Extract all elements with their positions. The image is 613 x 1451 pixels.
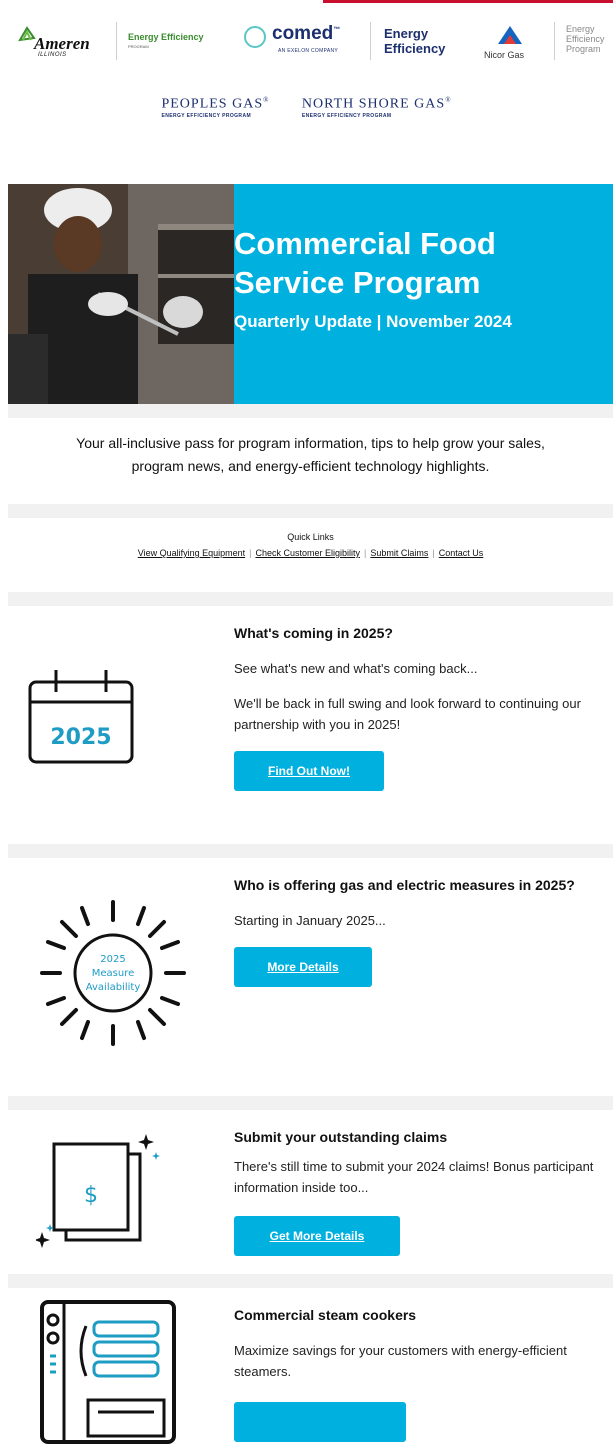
sun-icon: 2025 Measure Availability — [38, 898, 188, 1053]
link-check-customer-eligibility[interactable]: Check Customer Eligibility — [255, 548, 360, 558]
hero-title: Commercial Food Service Program — [234, 224, 496, 302]
section-submit-claims: $ Submit your outstanding claims There's… — [8, 1110, 613, 1274]
section-text: See what's new and what's coming back... — [234, 661, 478, 676]
intro-line1: Your all-inclusive pass for program info… — [76, 435, 545, 451]
comed-ring-icon — [244, 26, 266, 48]
peoples-gas-name: PEOPLES GAS — [161, 96, 264, 112]
section-coming-2025: 2025 What's coming in 2025? See what's n… — [8, 606, 613, 844]
comed-logo[interactable]: comed™ — [272, 23, 340, 45]
north-shore-gas-name: NORTH SHORE GAS — [301, 96, 446, 112]
gas-logos-row: PEOPLES GAS® ENERGY EFFICIENCY PROGRAM N… — [0, 96, 613, 126]
intro-text: Your all-inclusive pass for program info… — [8, 432, 613, 478]
section-steam-cookers: Commercial steam cookers Maximize saving… — [8, 1288, 613, 1444]
comed-program-line1: Energy — [384, 26, 429, 41]
quick-links-row: View Qualifying Equipment | Check Customer… — [8, 548, 613, 558]
section-title: Submit your outstanding claims — [234, 1129, 448, 1145]
more-details-button[interactable]: More Details — [234, 947, 372, 987]
section-band — [8, 592, 613, 606]
peoples-gas-logo[interactable]: PEOPLES GAS® ENERGY EFFICIENCY PROGRAM — [161, 96, 269, 119]
hero-title-line2: Service Program — [234, 265, 481, 300]
sun-label-measure: Measure — [92, 968, 135, 979]
nicor-flame-icon — [498, 26, 522, 44]
chef-photo-illustration — [8, 184, 234, 404]
link-view-qualifying-equipment[interactable]: View Qualifying Equipment — [138, 548, 245, 558]
chef-photo — [8, 184, 234, 404]
ameren-logo[interactable]: Ameren ILLINOIS — [18, 22, 112, 62]
section-steam-cookers-body: Commercial steam cookers Maximize saving… — [234, 1302, 606, 1447]
section-band — [8, 1274, 613, 1288]
comed-program-label: Energy Efficiency — [384, 26, 445, 56]
find-out-now-button[interactable]: Find Out Now! — [234, 751, 384, 791]
nicor-program-label: Energy Efficiency Program — [566, 24, 604, 54]
peoples-gas-registered: ® — [263, 96, 270, 104]
section-coming-2025-body: What's coming in 2025? See what's new an… — [234, 620, 606, 791]
link-separator: | — [432, 548, 435, 558]
get-more-details-button[interactable]: Get More Details — [234, 1216, 400, 1256]
dollar-sign: $ — [84, 1183, 98, 1208]
sun-label-availability: Availability — [86, 982, 141, 993]
link-separator: | — [249, 548, 252, 558]
section-title: What's coming in 2025? — [234, 625, 393, 641]
documents-icon: $ — [34, 1134, 176, 1259]
section-text: Starting in January 2025... — [234, 913, 386, 928]
steam-cooker-icon — [38, 1296, 178, 1451]
section-band — [8, 1096, 613, 1110]
comed-parent-company: AN EXELON COMPANY — [278, 48, 339, 54]
section-text: We'll be back in full swing and look for… — [234, 696, 581, 732]
comed-name: comed — [272, 23, 334, 44]
section-title: Commercial steam cookers — [234, 1307, 417, 1323]
nicor-logo[interactable]: Nicor Gas — [484, 50, 524, 60]
intro-line2: program news, and energy-efficient techn… — [131, 458, 490, 474]
comed-program-line2: Efficiency — [384, 41, 446, 56]
quick-links-title: Quick Links — [287, 532, 334, 542]
sun-label-year: 2025 — [100, 954, 125, 965]
nicor-program-line1: Energy — [566, 24, 595, 34]
hero-subtitle: Quarterly Update | November 2024 — [234, 312, 512, 331]
logo-header: Ameren ILLINOIS Energy Efficiency PROGRA… — [0, 0, 613, 184]
top-accent-bar — [323, 0, 613, 3]
comed-trademark: ™ — [333, 26, 341, 34]
nicor-program-line2: Efficiency — [566, 34, 605, 44]
steam-cookers-button[interactable] — [234, 1402, 406, 1442]
section-title: Who is offering gas and electric measure… — [234, 877, 575, 893]
section-submit-claims-body: Submit your outstanding claims There's s… — [234, 1124, 606, 1256]
calendar-icon: 2025 — [26, 666, 136, 771]
logo-divider — [370, 22, 371, 60]
section-text: Maximize savings for your customers with… — [234, 1343, 567, 1379]
ameren-name: Ameren — [34, 34, 90, 53]
section-band — [8, 504, 613, 518]
calendar-year: 2025 — [50, 725, 111, 750]
section-band — [8, 404, 613, 418]
north-shore-gas-registered: ® — [445, 96, 452, 104]
link-contact-us[interactable]: Contact Us — [439, 548, 484, 558]
ameren-program-name: Energy Efficiency — [128, 32, 204, 42]
logo-divider — [554, 22, 555, 60]
peoples-gas-program: ENERGY EFFICIENCY PROGRAM — [161, 112, 252, 119]
link-separator: | — [364, 548, 367, 558]
ameren-state: ILLINOIS — [38, 52, 67, 58]
north-shore-gas-program: ENERGY EFFICIENCY PROGRAM — [301, 112, 392, 119]
ameren-program-label: Energy Efficiency PROGRAM — [128, 32, 204, 52]
section-measure-availability: 2025 Measure Availability Who is offerin… — [8, 858, 613, 1096]
nicor-program-line3: Program — [566, 44, 601, 54]
section-band — [8, 844, 613, 858]
hero-title-line1: Commercial Food — [234, 226, 496, 261]
quick-links: Quick Links View Qualifying Equipment | Ch… — [8, 532, 613, 558]
section-text: There's still time to submit your 2024 c… — [234, 1159, 594, 1195]
logo-divider — [116, 22, 117, 60]
link-submit-claims[interactable]: Submit Claims — [370, 548, 428, 558]
utility-logos-row: Ameren ILLINOIS Energy Efficiency PROGRA… — [0, 18, 613, 68]
hero-banner: Commercial Food Service Program Quarterl… — [8, 184, 613, 404]
north-shore-gas-logo[interactable]: NORTH SHORE GAS® ENERGY EFFICIENCY PROGR… — [302, 96, 452, 119]
section-measure-availability-body: Who is offering gas and electric measure… — [234, 872, 606, 987]
ameren-program-sub: PROGRAM — [128, 44, 149, 49]
